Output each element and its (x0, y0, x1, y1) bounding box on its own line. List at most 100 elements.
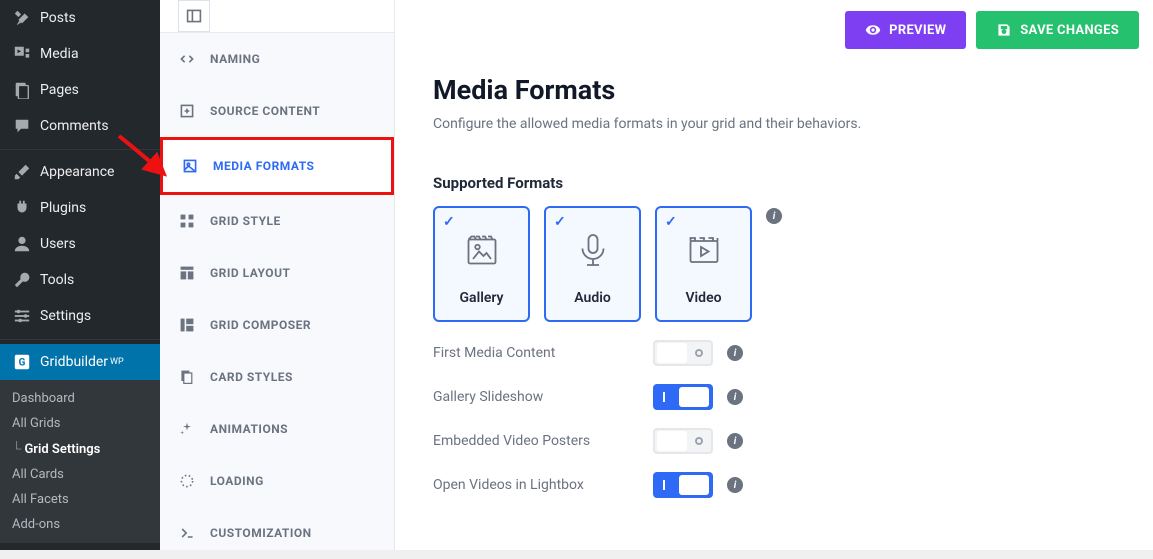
tab-source-content[interactable]: SOURCE CONTENT (160, 85, 394, 137)
wp-admin-sidebar: Posts Media Pages Comments Appearance Pl… (0, 0, 160, 550)
format-card-video[interactable]: ✓ Video (655, 206, 752, 322)
sidebar-label: Pages (40, 82, 79, 98)
composer-icon (178, 316, 196, 334)
submenu-all-facets[interactable]: All Facets (0, 487, 160, 512)
tab-loading[interactable]: LOADING (160, 455, 394, 507)
save-icon (996, 22, 1012, 38)
tab-customization[interactable]: CUSTOMIZATION (160, 507, 394, 559)
sidebar-item-appearance[interactable]: Appearance (0, 154, 160, 190)
brush-icon (12, 162, 32, 182)
sidebar-item-pages[interactable]: Pages (0, 72, 160, 108)
tab-card-styles[interactable]: CARD STYLES (160, 351, 394, 403)
layout-toggle-button[interactable] (178, 0, 210, 32)
format-label: Video (685, 290, 721, 306)
sidebar-item-comments[interactable]: Comments (0, 108, 160, 144)
sidebar-label: Media (40, 46, 79, 62)
tab-label: ANIMATIONS (210, 422, 288, 436)
tab-label: CUSTOMIZATION (210, 526, 312, 540)
grid-style-icon (178, 212, 196, 230)
toggle-gallery-slideshow[interactable] (653, 384, 713, 410)
save-button[interactable]: SAVE CHANGES (976, 11, 1139, 49)
code-icon (178, 50, 196, 68)
sidebar-item-tools[interactable]: Tools (0, 262, 160, 298)
tab-animations[interactable]: ANIMATIONS (160, 403, 394, 455)
sidebar-item-gridbuilder[interactable]: G Gridbuilder WP (0, 344, 160, 380)
loading-icon (178, 472, 196, 490)
image-icon (181, 157, 199, 175)
wp-submenu: Dashboard All Grids Grid Settings All Ca… (0, 380, 160, 543)
option-row-embedded-posters: Embedded Video Posters i (433, 428, 1115, 454)
section-title: Supported Formats (433, 174, 1115, 192)
option-label: Gallery Slideshow (433, 389, 653, 405)
sidebar-item-plugins[interactable]: Plugins (0, 190, 160, 226)
sidebar-label: Comments (40, 118, 109, 134)
check-icon: ✓ (554, 214, 566, 230)
toggle-first-media[interactable] (653, 340, 713, 366)
preview-button[interactable]: PREVIEW (845, 11, 966, 49)
sidebar-item-settings[interactable]: Settings (0, 298, 160, 334)
actions-bar: PREVIEW SAVE CHANGES (845, 11, 1139, 49)
eye-icon (865, 22, 881, 38)
tab-label: CARD STYLES (210, 370, 293, 384)
sidebar-label: Users (40, 236, 76, 252)
layout-icon (178, 264, 196, 282)
button-label: SAVE CHANGES (1020, 23, 1119, 38)
terminal-icon (178, 524, 196, 542)
option-label: Open Videos in Lightbox (433, 477, 653, 493)
info-icon[interactable]: i (727, 477, 743, 493)
tab-media-formats[interactable]: MEDIA FORMATS (160, 137, 394, 195)
format-label: Gallery (460, 290, 504, 306)
page-title: Media Formats (433, 74, 1115, 106)
info-icon[interactable]: i (727, 389, 743, 405)
info-icon[interactable]: i (766, 208, 782, 224)
page-description: Configure the allowed media formats in y… (433, 116, 1115, 132)
sidebar-label: Gridbuilder (40, 354, 108, 370)
sidebar-item-users[interactable]: Users (0, 226, 160, 262)
video-icon (686, 232, 722, 272)
format-card-audio[interactable]: ✓ Audio (544, 206, 641, 322)
tab-label: GRID COMPOSER (210, 318, 311, 332)
submenu-dashboard[interactable]: Dashboard (0, 386, 160, 411)
submenu-addons[interactable]: Add-ons (0, 512, 160, 537)
settings-topbar (160, 0, 394, 33)
tab-grid-composer[interactable]: GRID COMPOSER (160, 299, 394, 351)
user-icon (12, 234, 32, 254)
sidebar-label: Plugins (40, 200, 86, 216)
media-icon (12, 44, 32, 64)
plug-icon (12, 198, 32, 218)
sidebar-item-posts[interactable]: Posts (0, 0, 160, 36)
toggle-open-lightbox[interactable] (653, 472, 713, 498)
sparkle-icon (178, 420, 196, 438)
formats-row: ✓ Gallery ✓ Audio ✓ Video i (433, 206, 1115, 322)
tab-grid-style[interactable]: GRID STYLE (160, 195, 394, 247)
tab-label: SOURCE CONTENT (210, 104, 320, 118)
card-icon (178, 368, 196, 386)
tab-grid-layout[interactable]: GRID LAYOUT (160, 247, 394, 299)
content-area: NAMING SOURCE CONTENT MEDIA FORMATS GRID… (160, 0, 1153, 550)
svg-text:G: G (19, 358, 26, 369)
sidebar-label: Posts (40, 10, 76, 26)
source-icon (178, 102, 196, 120)
option-row-gallery-slideshow: Gallery Slideshow i (433, 384, 1115, 410)
submenu-all-cards[interactable]: All Cards (0, 462, 160, 487)
wrench-icon (12, 270, 32, 290)
option-row-open-lightbox: Open Videos in Lightbox i (433, 472, 1115, 498)
gallery-icon (464, 232, 500, 272)
option-label: First Media Content (433, 345, 653, 361)
info-icon[interactable]: i (727, 433, 743, 449)
sidebar-label: Settings (40, 308, 91, 324)
format-card-gallery[interactable]: ✓ Gallery (433, 206, 530, 322)
check-icon: ✓ (665, 214, 677, 230)
info-icon[interactable]: i (727, 345, 743, 361)
sliders-icon (12, 306, 32, 326)
toggle-embedded-posters[interactable] (653, 428, 713, 454)
pin-icon (12, 8, 32, 28)
submenu-grid-settings[interactable]: Grid Settings (0, 436, 160, 462)
gridbuilder-icon: G (12, 352, 32, 372)
tab-label: MEDIA FORMATS (213, 159, 314, 173)
submenu-all-grids[interactable]: All Grids (0, 411, 160, 436)
sidebar-item-media[interactable]: Media (0, 36, 160, 72)
tab-naming[interactable]: NAMING (160, 33, 394, 85)
tab-label: GRID STYLE (210, 214, 281, 228)
check-icon: ✓ (443, 214, 455, 230)
